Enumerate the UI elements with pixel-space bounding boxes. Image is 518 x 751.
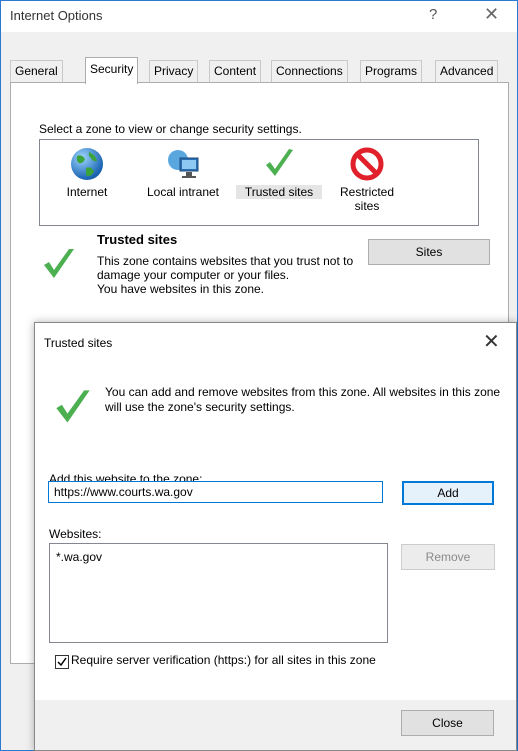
trusted-sites-dialog: Trusted sites ✕ You can add and remove w… bbox=[34, 322, 517, 751]
zone-label: Restricted sites bbox=[339, 185, 395, 213]
dialog-description: You can add and remove websites from thi… bbox=[105, 385, 501, 414]
close-button[interactable]: Close bbox=[401, 710, 494, 736]
zone-list: Internet Local intranet Trusted sites Re… bbox=[39, 139, 479, 226]
intranet-icon bbox=[168, 150, 199, 178]
zone-local-intranet[interactable]: Local intranet bbox=[138, 146, 228, 199]
zone-prompt: Select a zone to view or change security… bbox=[39, 122, 302, 136]
zone-label: Trusted sites bbox=[236, 185, 322, 199]
dialog-title-bar: Trusted sites ✕ bbox=[35, 323, 516, 360]
zone-label: Internet bbox=[66, 185, 108, 199]
help-button[interactable]: ? bbox=[429, 6, 437, 23]
close-icon[interactable]: ✕ bbox=[483, 329, 500, 354]
websites-list[interactable]: *.wa.gov bbox=[49, 543, 388, 643]
zone-internet[interactable]: Internet bbox=[56, 146, 118, 199]
websites-label: Websites: bbox=[49, 527, 102, 541]
website-url-input[interactable] bbox=[48, 481, 383, 503]
checkmark-icon bbox=[266, 149, 293, 176]
tab-general[interactable]: General bbox=[10, 60, 63, 82]
remove-button[interactable]: Remove bbox=[401, 544, 495, 570]
restricted-icon bbox=[350, 147, 384, 181]
tab-programs[interactable]: Programs bbox=[360, 60, 423, 82]
tab-content[interactable]: Content bbox=[209, 60, 262, 82]
sites-button[interactable]: Sites bbox=[368, 239, 490, 265]
tab-advanced[interactable]: Advanced bbox=[435, 60, 499, 82]
tab-privacy[interactable]: Privacy bbox=[149, 60, 199, 82]
require-verification-label[interactable]: Require server verification (https:) for… bbox=[71, 653, 376, 667]
add-button[interactable]: Add bbox=[402, 481, 494, 505]
require-verification-checkbox[interactable] bbox=[55, 655, 69, 669]
tab-connections[interactable]: Connections bbox=[271, 60, 348, 82]
list-item[interactable]: *.wa.gov bbox=[56, 550, 102, 564]
globe-icon bbox=[71, 148, 103, 180]
zone-title: Trusted sites bbox=[97, 232, 178, 247]
checkmark-icon bbox=[44, 249, 74, 278]
zone-trusted-sites[interactable]: Trusted sites bbox=[236, 146, 322, 199]
zone-restricted-sites[interactable]: Restricted sites bbox=[334, 146, 400, 213]
check-icon bbox=[57, 657, 67, 667]
checkmark-icon bbox=[56, 390, 90, 423]
title-bar: Internet Options ? ✕ bbox=[1, 1, 517, 32]
close-icon[interactable]: ✕ bbox=[484, 4, 499, 25]
window-title: Internet Options bbox=[10, 8, 103, 23]
zone-description: This zone contains websites that you tru… bbox=[97, 254, 354, 296]
tab-security[interactable]: Security bbox=[85, 57, 139, 84]
dialog-title: Trusted sites bbox=[44, 336, 113, 350]
zone-label: Local intranet bbox=[146, 185, 220, 199]
